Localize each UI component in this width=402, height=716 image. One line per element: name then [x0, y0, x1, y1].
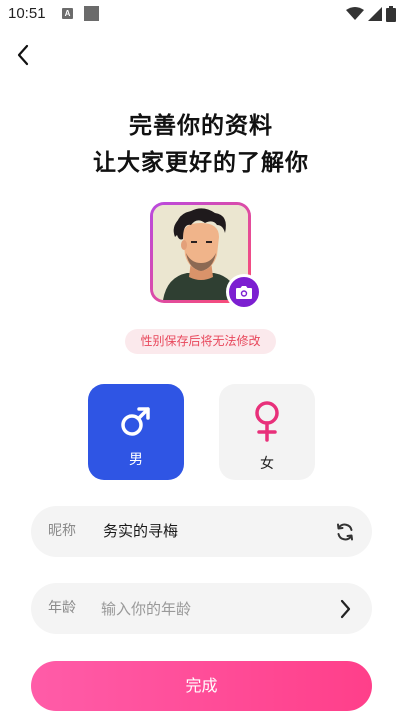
- age-select-button[interactable]: [332, 596, 358, 622]
- age-input[interactable]: [101, 596, 311, 622]
- page-title-line2: 让大家更好的了解你: [93, 150, 309, 176]
- page-title-line1: 完善你的资料: [129, 113, 273, 139]
- refresh-icon: [337, 523, 353, 541]
- nickname-field[interactable]: 昵称 务实的寻梅: [31, 506, 372, 557]
- gender-male-label: 男: [129, 452, 143, 468]
- camera-icon: [236, 285, 252, 299]
- done-button[interactable]: 完成: [31, 661, 372, 711]
- gender-female-label: 女: [260, 456, 274, 472]
- nickname-label: 昵称: [48, 523, 76, 539]
- status-bar: 10:51 A: [0, 0, 402, 30]
- battery-icon: [386, 6, 396, 22]
- back-button[interactable]: [10, 42, 36, 68]
- notification-square-icon: [84, 6, 99, 21]
- male-symbol-icon: [121, 407, 150, 436]
- gender-warning-badge: 性别保存后将无法修改: [125, 329, 276, 354]
- gender-female-option[interactable]: 女: [219, 384, 315, 480]
- change-avatar-button[interactable]: [226, 274, 262, 310]
- nickname-value[interactable]: 务实的寻梅: [103, 506, 178, 557]
- refresh-nickname-button[interactable]: [332, 519, 358, 545]
- notification-app-icon: A: [62, 8, 73, 19]
- chevron-left-icon: [17, 44, 29, 66]
- status-icons: [346, 4, 396, 24]
- age-field[interactable]: 年龄: [31, 583, 372, 634]
- status-time: 10:51: [8, 5, 46, 22]
- gender-male-option[interactable]: 男: [88, 384, 184, 480]
- wifi-icon: [346, 7, 364, 20]
- female-symbol-icon: [255, 401, 279, 442]
- age-label: 年龄: [48, 600, 76, 616]
- chevron-right-icon: [340, 599, 351, 619]
- signal-icon: [368, 7, 382, 21]
